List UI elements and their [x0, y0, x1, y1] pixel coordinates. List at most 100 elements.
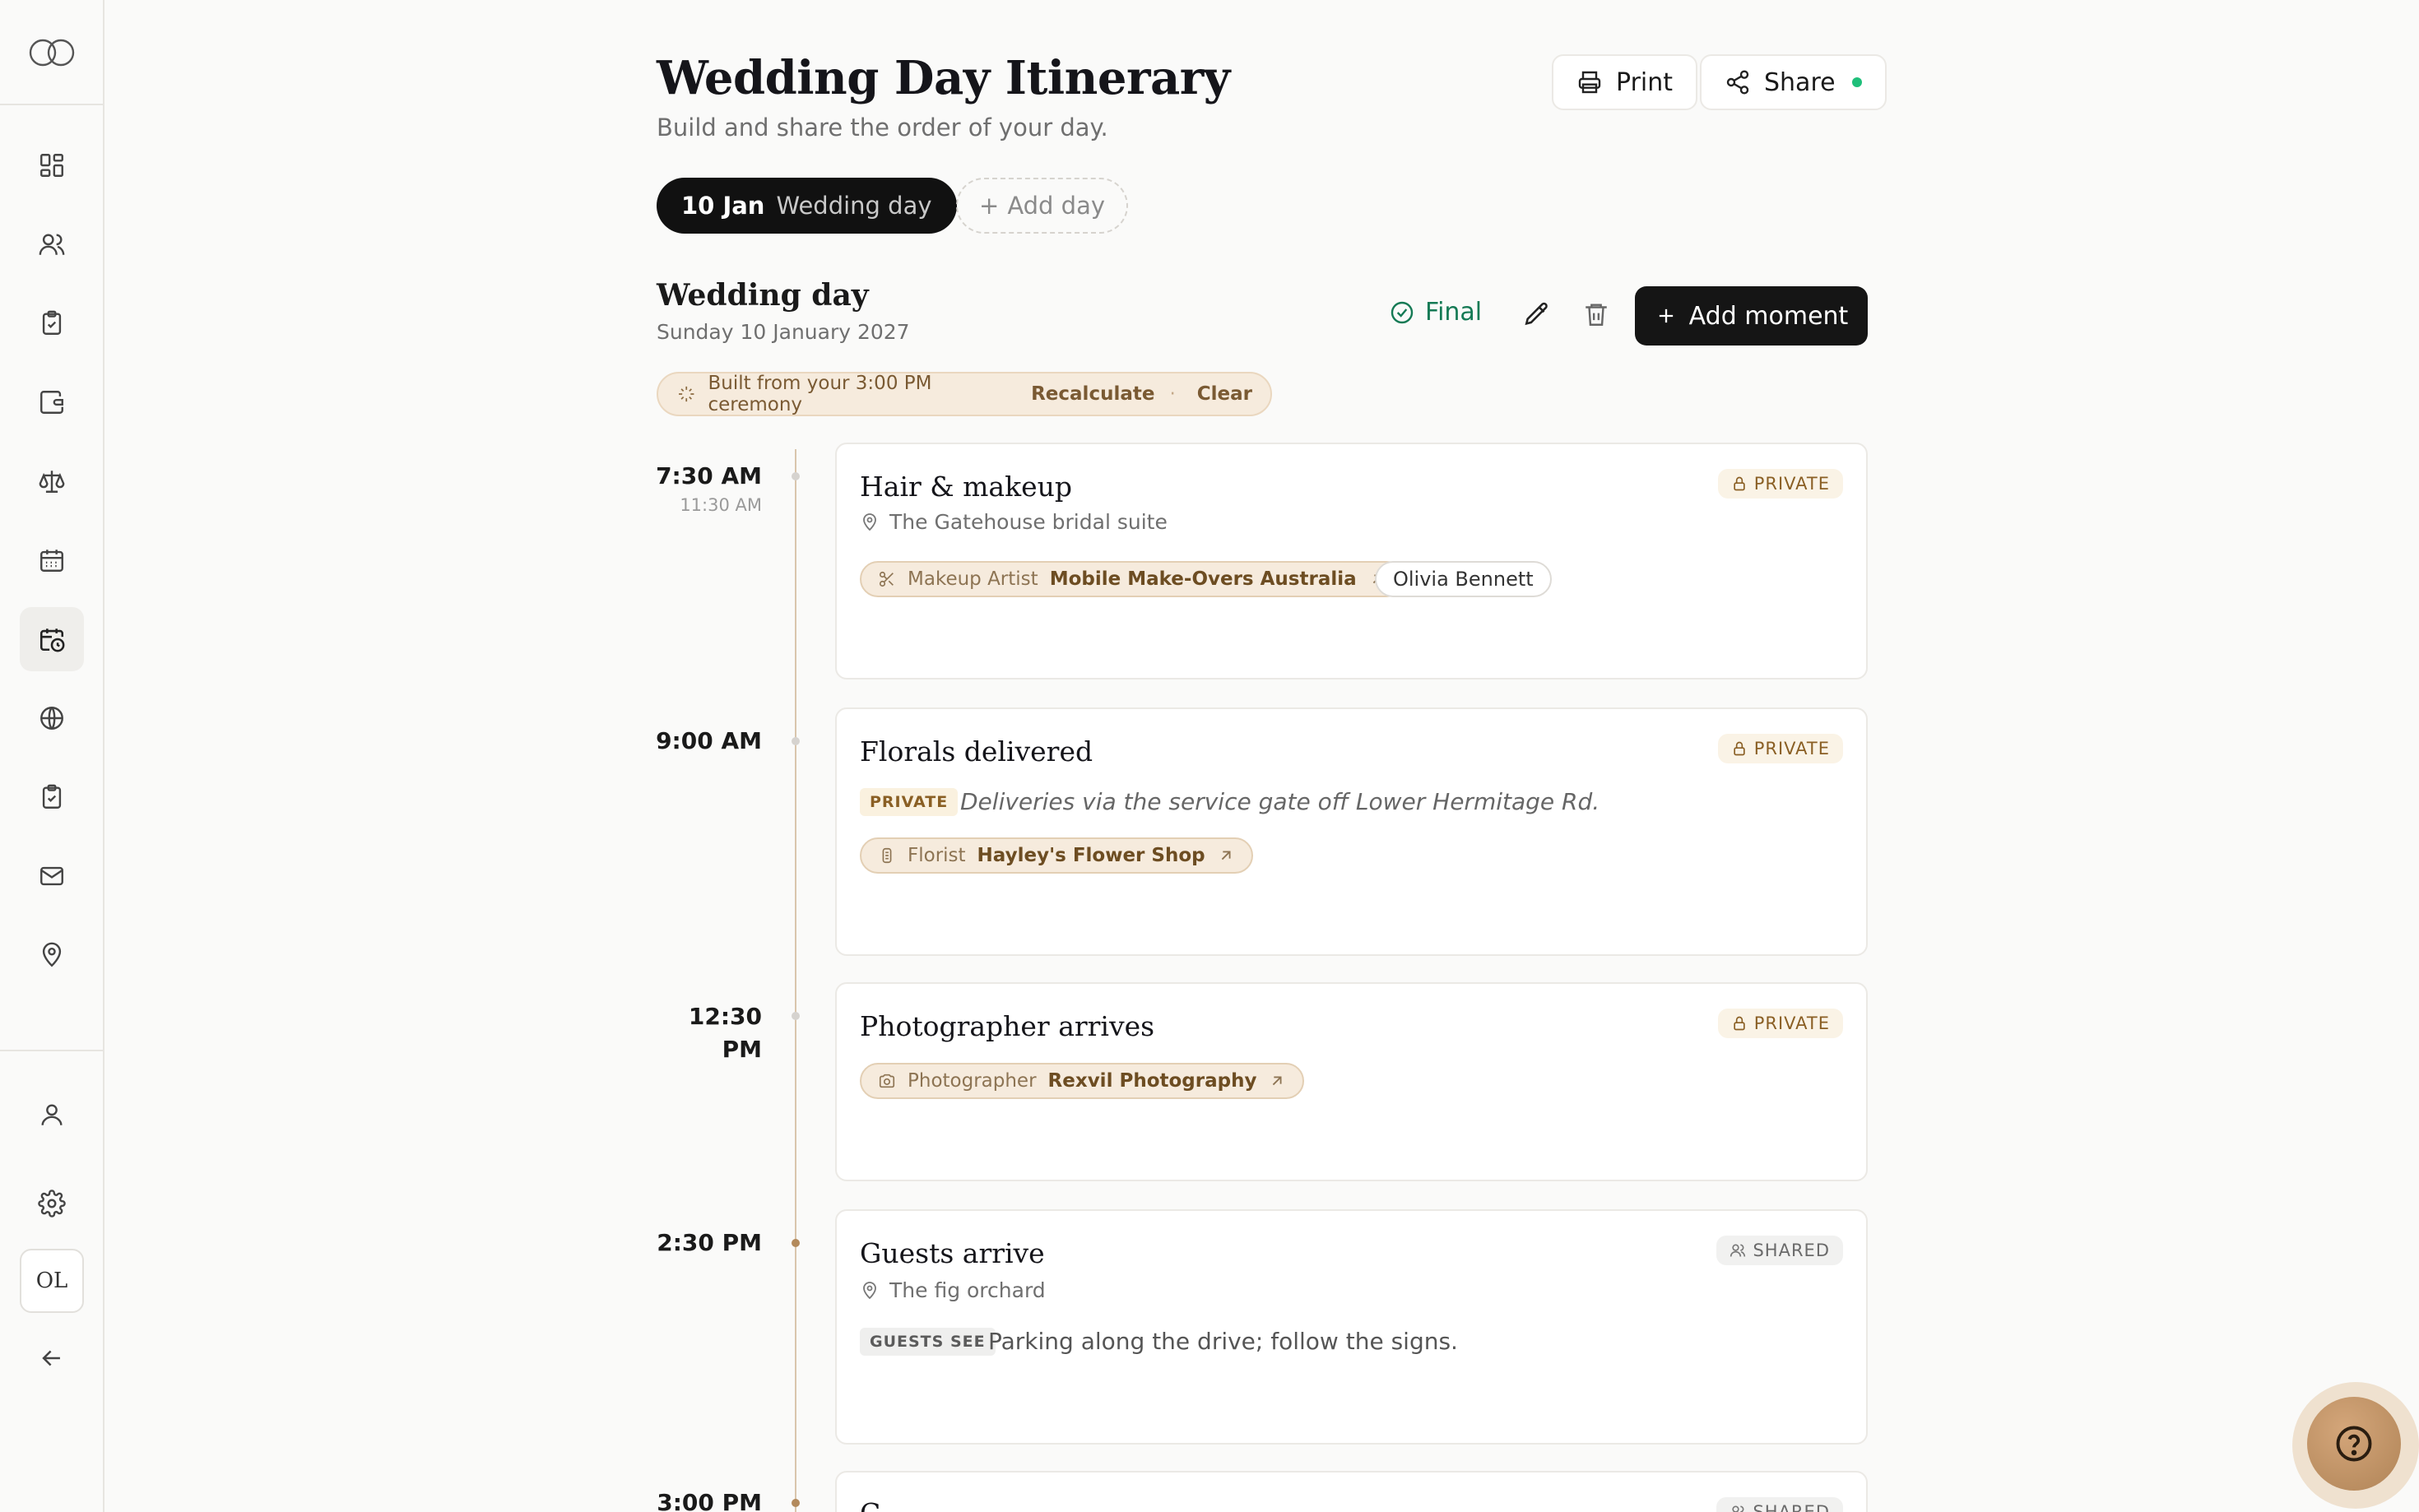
add-day-label: Add day — [1007, 192, 1106, 220]
sidebar-divider — [0, 1050, 103, 1051]
visibility-label: PRIVATE — [1753, 474, 1830, 494]
final-status[interactable]: Final — [1389, 298, 1482, 327]
day-tab-name: Wedding day — [776, 192, 932, 220]
moment-time-line2: PM — [722, 1036, 762, 1063]
location-text: The fig orchard — [889, 1278, 1046, 1302]
budget-icon[interactable] — [20, 370, 84, 434]
moment-time: 2:30 PM — [657, 1229, 762, 1256]
timeline-dot — [792, 472, 800, 480]
share-label: Share — [1764, 67, 1836, 97]
timeline-dot — [792, 1499, 800, 1507]
vendor-chip[interactable]: Florist Hayley's Flower Shop — [860, 837, 1253, 874]
vendor-role: Florist — [908, 845, 966, 866]
add-day-button[interactable]: + Add day — [956, 178, 1129, 234]
moment-card[interactable]: Florals delivered PRIVATE PRIVATE Delive… — [835, 707, 1868, 956]
moment-card[interactable]: Photographer arrives PRIVATE Photographe… — [835, 982, 1868, 1181]
visibility-label: PRIVATE — [1753, 1013, 1830, 1033]
help-button[interactable] — [2307, 1397, 2401, 1491]
timeline-line — [795, 449, 796, 1512]
add-moment-button[interactable]: Add moment — [1635, 286, 1868, 346]
page-subtitle: Build and share the order of your day. — [657, 114, 1108, 141]
visibility-label: SHARED — [1753, 1241, 1830, 1260]
visibility-label: PRIVATE — [1753, 739, 1830, 758]
built-from-text: Built from your 3:00 PM ceremony — [708, 373, 932, 415]
vendor-chip[interactable]: Photographer Rexvil Photography — [860, 1063, 1305, 1099]
mail-icon[interactable] — [20, 844, 84, 908]
tasks-icon[interactable] — [20, 765, 84, 829]
note-visibility-tag: GUESTS SEE — [860, 1328, 996, 1356]
day-name: Wedding day — [657, 278, 869, 313]
guests-icon[interactable] — [20, 212, 84, 276]
camera-icon — [879, 1074, 895, 1088]
day-tab-date: 10 Jan — [681, 192, 765, 220]
moment-note: Deliveries via the service gate off Lowe… — [960, 788, 1600, 815]
dashboard-icon[interactable] — [20, 133, 84, 197]
arrow-up-right-icon — [1221, 851, 1231, 860]
edit-day-button[interactable] — [1521, 298, 1553, 331]
clear-link[interactable]: Clear — [1197, 383, 1252, 405]
visibility-badge[interactable]: PRIVATE — [1717, 1009, 1843, 1038]
timeline-dot — [792, 1239, 800, 1247]
moment-note: Parking along the drive; follow the sign… — [988, 1328, 1458, 1355]
add-moment-label: Add moment — [1688, 301, 1849, 331]
website-icon[interactable] — [20, 686, 84, 750]
moment-card[interactable]: Guests arrive SHARED The fig orchard GUE… — [835, 1209, 1868, 1445]
separator: · — [1169, 383, 1176, 405]
arrow-up-right-icon — [1273, 1076, 1282, 1086]
sidebar-divider — [0, 104, 103, 105]
calendar-icon[interactable] — [20, 528, 84, 592]
moment-title: Photographer arrives — [860, 1010, 1155, 1042]
flower-icon — [882, 847, 892, 864]
scales-icon[interactable] — [20, 449, 84, 513]
day-date: Sunday 10 January 2027 — [657, 320, 910, 344]
vendor-name: Mobile Make-Overs Australia — [1049, 568, 1357, 590]
location-pin-icon — [863, 513, 876, 531]
share-status-dot — [1851, 77, 1862, 87]
profile-icon[interactable] — [20, 1083, 84, 1147]
location-pin-icon — [863, 1281, 876, 1299]
lock-icon — [1734, 1016, 1745, 1031]
share-button[interactable]: Share — [1700, 54, 1887, 110]
app-logo[interactable] — [28, 38, 77, 67]
share-icon — [1726, 70, 1749, 95]
day-tab-active[interactable]: 10 Jan Wedding day — [657, 178, 957, 234]
printer-icon — [1578, 71, 1601, 94]
lock-icon — [1734, 476, 1745, 491]
visibility-badge[interactable]: PRIVATE — [1717, 469, 1843, 499]
visibility-badge[interactable]: SHARED — [1716, 1236, 1843, 1265]
moment-card[interactable]: C SHARED — [835, 1471, 1868, 1512]
sparkle-icon — [679, 386, 694, 402]
back-icon[interactable] — [20, 1326, 84, 1390]
itinerary-icon[interactable] — [20, 607, 84, 671]
settings-icon[interactable] — [20, 1171, 84, 1236]
location-icon[interactable] — [20, 923, 84, 987]
vendor-chip[interactable]: Makeup Artist Mobile Make-Overs Australi… — [860, 561, 1405, 597]
vendor-role: Makeup Artist — [908, 568, 1038, 590]
person-chip[interactable]: Olivia Bennett — [1375, 561, 1552, 597]
users-icon — [1730, 1244, 1746, 1257]
visibility-badge[interactable]: PRIVATE — [1717, 734, 1843, 763]
moment-location: The Gatehouse bridal suite — [860, 510, 1168, 534]
avatar[interactable]: OL — [20, 1249, 84, 1313]
pencil-icon — [1525, 302, 1548, 326]
plus-icon: + — [979, 192, 1000, 220]
print-button[interactable]: Print — [1552, 54, 1698, 110]
moment-location: The fig orchard — [860, 1278, 1046, 1302]
moment-title: Hair & makeup — [860, 471, 1073, 503]
moment-time: 3:00 PM — [657, 1489, 762, 1512]
moment-title: Guests arrive — [860, 1237, 1045, 1269]
recalculate-link[interactable]: Recalculate — [1031, 383, 1154, 405]
location-text: The Gatehouse bridal suite — [889, 510, 1168, 534]
moment-title: Florals delivered — [860, 735, 1093, 768]
checklist-icon[interactable] — [20, 291, 84, 355]
visibility-label: SHARED — [1753, 1502, 1830, 1512]
final-label: Final — [1425, 298, 1483, 327]
moment-card[interactable]: Hair & makeup PRIVATE The Gatehouse brid… — [835, 443, 1868, 679]
vendor-role: Photographer — [908, 1070, 1037, 1092]
visibility-badge[interactable]: SHARED — [1716, 1497, 1843, 1512]
print-label: Print — [1616, 67, 1674, 97]
vendor-name: Hayley's Flower Shop — [977, 845, 1205, 866]
page-title: Wedding Day Itinerary — [657, 51, 1230, 105]
users-icon — [1732, 1505, 1744, 1512]
delete-day-button[interactable] — [1580, 298, 1613, 331]
